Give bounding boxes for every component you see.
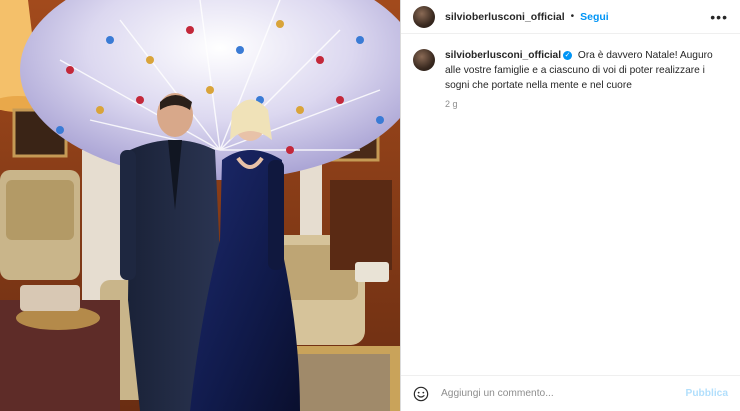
post-photo[interactable] — [0, 0, 400, 411]
follow-button[interactable]: Segui — [580, 11, 609, 23]
header-username[interactable]: silvioberlusconi_official — [445, 11, 565, 23]
caption-avatar[interactable] — [413, 49, 435, 71]
comment-input[interactable] — [439, 387, 686, 400]
emoji-icon[interactable] — [413, 386, 429, 402]
post-timestamp[interactable]: 2 g — [445, 99, 740, 109]
more-options-icon[interactable]: ••• — [710, 9, 728, 25]
instagram-post: silvioberlusconi_official • Segui ••• si… — [0, 0, 740, 411]
publish-button[interactable]: Pubblica — [686, 388, 728, 399]
header-separator: • — [570, 11, 575, 22]
post-caption: silvioberlusconi_official ✓ Ora è davvero… — [401, 34, 740, 93]
caption-body: silvioberlusconi_official ✓ Ora è davvero… — [445, 48, 728, 93]
post-sidebar: silvioberlusconi_official • Segui ••• si… — [400, 0, 740, 411]
caption-username[interactable]: silvioberlusconi_official — [445, 50, 561, 61]
verified-badge-icon: ✓ — [563, 50, 573, 60]
post-header: silvioberlusconi_official • Segui ••• — [401, 0, 740, 34]
profile-avatar[interactable] — [413, 5, 435, 28]
comment-bar: Pubblica — [401, 375, 740, 411]
christmas-photo-illustration — [0, 0, 400, 411]
